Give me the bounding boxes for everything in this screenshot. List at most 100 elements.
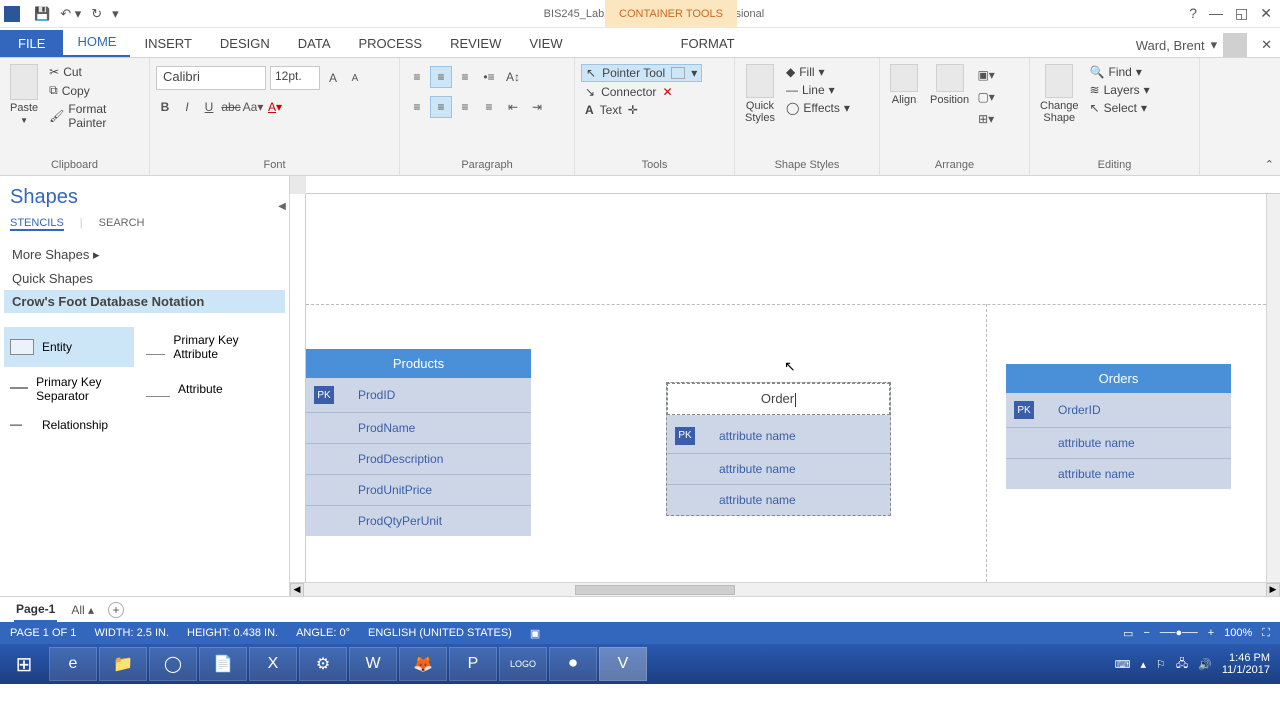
- status-language[interactable]: ENGLISH (UNITED STATES): [368, 627, 512, 639]
- vertical-scrollbar[interactable]: [1266, 194, 1280, 582]
- entity-products[interactable]: Products PKProdID ProdName ProdDescripti…: [306, 349, 531, 536]
- zoom-in-button[interactable]: +: [1208, 627, 1214, 639]
- qat-save-icon[interactable]: 💾: [34, 6, 50, 22]
- fill-button[interactable]: ◆Fill▾: [783, 64, 853, 80]
- tray-time[interactable]: 1:46 PM: [1222, 652, 1270, 664]
- taskbar-chrome[interactable]: ◯: [149, 647, 197, 681]
- stencil-entity[interactable]: Entity: [4, 327, 134, 367]
- attr-proddesc[interactable]: ProdDescription: [358, 452, 443, 466]
- zoom-level[interactable]: 100%: [1224, 627, 1252, 639]
- zoom-out-button[interactable]: −: [1143, 627, 1149, 639]
- quick-styles-button[interactable]: Quick Styles: [741, 62, 779, 126]
- bullets-button[interactable]: •≡: [478, 66, 500, 88]
- attr-placeholder[interactable]: attribute name: [719, 429, 796, 443]
- tray-network-icon[interactable]: 🖧: [1176, 655, 1188, 674]
- attr-placeholder[interactable]: attribute name: [719, 493, 796, 507]
- tab-format[interactable]: FORMAT: [667, 30, 749, 57]
- quick-shapes-item[interactable]: Quick Shapes: [4, 267, 285, 290]
- shrink-font-button[interactable]: A: [346, 69, 364, 87]
- effects-button[interactable]: ◯Effects▾: [783, 100, 853, 116]
- scroll-right-icon[interactable]: ▶: [1266, 583, 1280, 597]
- tray-date[interactable]: 11/1/2017: [1222, 664, 1270, 676]
- tab-data[interactable]: DATA: [284, 30, 345, 57]
- attr-placeholder[interactable]: attribute name: [1058, 467, 1135, 481]
- close-icon[interactable]: ✕: [1260, 5, 1272, 22]
- entity-products-title[interactable]: Products: [306, 349, 531, 378]
- page-tab-1[interactable]: Page-1: [14, 598, 57, 622]
- user-avatar-icon[interactable]: [1223, 33, 1247, 57]
- taskbar-word[interactable]: W: [349, 647, 397, 681]
- font-size-select[interactable]: 12pt.: [270, 66, 320, 90]
- rect-tool-icon[interactable]: [671, 67, 685, 79]
- zoom-slider[interactable]: ──●──: [1160, 627, 1198, 639]
- delete-connector-icon[interactable]: ✕: [662, 85, 672, 99]
- tab-view[interactable]: VIEW: [515, 30, 576, 57]
- text-tool-button[interactable]: AText✛: [581, 102, 642, 118]
- pointer-tool-button[interactable]: ↖Pointer Tool▾: [581, 64, 702, 82]
- underline-button[interactable]: U: [200, 98, 218, 116]
- taskbar-ie[interactable]: e: [49, 647, 97, 681]
- align-left-button[interactable]: ≡: [406, 96, 428, 118]
- bold-button[interactable]: B: [156, 98, 174, 116]
- attr-placeholder[interactable]: attribute name: [1058, 436, 1135, 450]
- taskbar-settings[interactable]: ⚙: [299, 647, 347, 681]
- case-button[interactable]: Aa▾: [244, 98, 262, 116]
- tab-file[interactable]: FILE: [0, 30, 63, 57]
- tray-flag-icon[interactable]: ⚐: [1156, 658, 1166, 671]
- tray-keyboard-icon[interactable]: ⌨: [1115, 658, 1131, 671]
- align-middle-button[interactable]: ≡: [430, 66, 452, 88]
- scroll-left-icon[interactable]: ◀: [290, 583, 304, 597]
- ribbon-collapse-icon[interactable]: ⌃: [1265, 158, 1274, 171]
- taskbar-powerpoint[interactable]: P: [449, 647, 497, 681]
- taskbar-firefox[interactable]: 🦊: [399, 647, 447, 681]
- entity-orders[interactable]: Orders PKOrderID attribute name attribut…: [1006, 364, 1231, 489]
- connector-tool-button[interactable]: ↘Connector✕: [581, 84, 677, 100]
- line-button[interactable]: ―Line▾: [783, 82, 853, 98]
- scroll-thumb[interactable]: [575, 585, 735, 595]
- send-back-button[interactable]: ▢▾: [977, 88, 995, 106]
- taskbar-excel[interactable]: X: [249, 647, 297, 681]
- minimize-icon[interactable]: —: [1209, 5, 1223, 22]
- stencils-tab[interactable]: STENCILS: [10, 217, 64, 231]
- attr-prodqty[interactable]: ProdQtyPerUnit: [358, 514, 442, 528]
- align-bottom-button[interactable]: ≡: [454, 66, 476, 88]
- align-right-button[interactable]: ≡: [454, 96, 476, 118]
- crows-foot-category[interactable]: Crow's Foot Database Notation: [4, 290, 285, 313]
- attr-orderid[interactable]: OrderID: [1058, 403, 1101, 417]
- drawing-canvas[interactable]: Products PKProdID ProdName ProdDescripti…: [306, 194, 1266, 582]
- taskbar-explorer[interactable]: 📁: [99, 647, 147, 681]
- qat-redo-icon[interactable]: ↻: [91, 6, 102, 22]
- grow-font-button[interactable]: A: [324, 69, 342, 87]
- qat-undo-icon[interactable]: ↶ ▾: [60, 6, 81, 22]
- copy-button[interactable]: ⧉Copy: [46, 82, 143, 99]
- restore-icon[interactable]: ◱: [1235, 5, 1248, 22]
- connection-point-icon[interactable]: ✛: [628, 103, 638, 117]
- tab-review[interactable]: REVIEW: [436, 30, 515, 57]
- font-color-button[interactable]: A▾: [266, 98, 284, 116]
- tab-design[interactable]: DESIGN: [206, 30, 284, 57]
- tray-volume-icon[interactable]: 🔊: [1198, 658, 1212, 671]
- position-button[interactable]: Position: [926, 62, 973, 108]
- add-page-button[interactable]: +: [108, 602, 124, 618]
- text-direction-button[interactable]: A↕: [502, 66, 524, 88]
- stencil-relationship[interactable]: —Relationship: [4, 411, 134, 439]
- format-painter-button[interactable]: 🖌Format Painter: [46, 101, 143, 131]
- italic-button[interactable]: I: [178, 98, 196, 116]
- help-icon[interactable]: ?: [1189, 5, 1197, 22]
- shapes-collapse-icon[interactable]: ◀: [276, 200, 288, 212]
- indent-inc-button[interactable]: ⇥: [526, 96, 548, 118]
- indent-dec-button[interactable]: ⇤: [502, 96, 524, 118]
- justify-button[interactable]: ≡: [478, 96, 500, 118]
- fit-page-icon[interactable]: ⛶: [1262, 627, 1270, 640]
- find-button[interactable]: 🔍Find▾: [1087, 64, 1153, 80]
- select-button[interactable]: ↖Select▾: [1087, 100, 1153, 116]
- user-name[interactable]: Ward, Brent: [1136, 38, 1205, 53]
- attr-placeholder[interactable]: attribute name: [719, 462, 796, 476]
- presentation-mode-icon[interactable]: ▭: [1123, 627, 1133, 640]
- cut-button[interactable]: ✂Cut: [46, 64, 143, 80]
- stencil-pk-attribute[interactable]: Primary Key Attribute: [140, 327, 270, 367]
- align-top-button[interactable]: ≡: [406, 66, 428, 88]
- macro-record-icon[interactable]: ▣: [530, 627, 540, 640]
- entity-order-editing[interactable]: Order PKattribute name attribute name at…: [666, 382, 891, 516]
- align-center-button[interactable]: ≡: [430, 96, 452, 118]
